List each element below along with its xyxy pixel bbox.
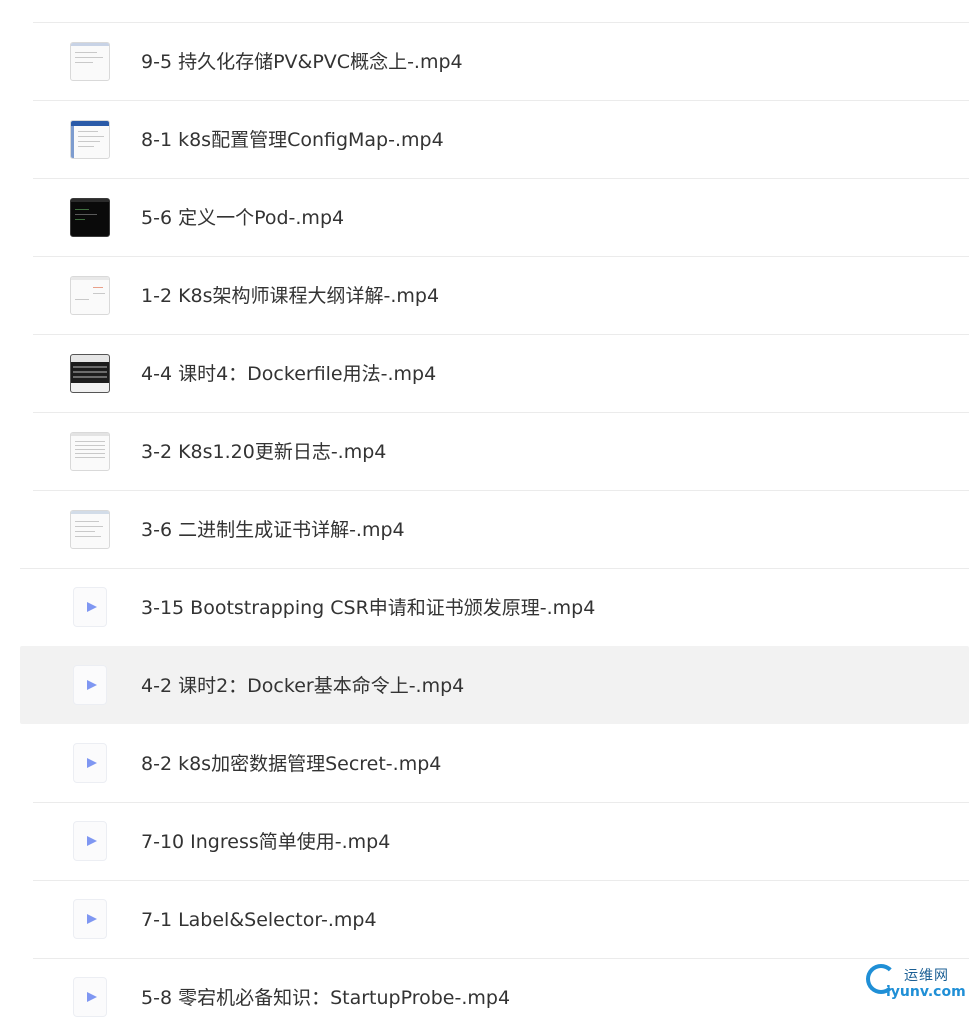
- play-icon: [87, 836, 97, 846]
- document-thumbnail: [70, 120, 110, 159]
- file-name: 4-4 课时4：Dockerfile用法-.mp4: [141, 363, 437, 385]
- file-row[interactable]: 5-6 定义一个Pod-.mp4: [0, 178, 969, 256]
- play-icon: [87, 992, 97, 1002]
- row-separator: [33, 958, 969, 959]
- row-separator: [33, 100, 969, 101]
- play-icon: [87, 602, 97, 612]
- file-row[interactable]: 9-5 持久化存储PV&PVC概念上-.mp4: [0, 22, 969, 100]
- watermark-en: iyunv.com: [886, 984, 966, 1000]
- row-separator: [33, 490, 969, 491]
- file-row[interactable]: 1-2 K8s架构师课程大纲详解-.mp4: [0, 256, 969, 334]
- file-row[interactable]: 3-6 二进制生成证书详解-.mp4: [0, 490, 969, 568]
- video-file-icon: [73, 977, 107, 1017]
- table-thumbnail: [70, 354, 110, 393]
- file-name: 8-2 k8s加密数据管理Secret-.mp4: [141, 753, 442, 775]
- file-row[interactable]: 8-1 k8s配置管理ConfigMap-.mp4: [0, 100, 969, 178]
- row-separator: [33, 802, 969, 803]
- video-file-icon: [73, 587, 107, 627]
- play-icon: [87, 680, 97, 690]
- file-name: 8-1 k8s配置管理ConfigMap-.mp4: [141, 129, 444, 151]
- file-name: 9-5 持久化存储PV&PVC概念上-.mp4: [141, 51, 463, 73]
- file-name: 3-6 二进制生成证书详解-.mp4: [141, 519, 405, 541]
- file-name: 7-10 Ingress简单使用-.mp4: [141, 831, 391, 853]
- file-name: 3-15 Bootstrapping CSR申请和证书颁发原理-.mp4: [141, 597, 596, 619]
- row-separator: [33, 22, 969, 23]
- document-thumbnail: [70, 276, 110, 315]
- file-row[interactable]: 3-15 Bootstrapping CSR申请和证书颁发原理-.mp4: [0, 568, 969, 646]
- file-row[interactable]: 7-1 Label&Selector-.mp4: [0, 880, 969, 958]
- row-separator: [33, 412, 969, 413]
- video-file-icon: [73, 899, 107, 939]
- terminal-thumbnail: [70, 198, 110, 237]
- file-name: 4-2 课时2：Docker基本命令上-.mp4: [141, 675, 465, 697]
- file-row[interactable]: 3-2 K8s1.20更新日志-.mp4: [0, 412, 969, 490]
- watermark-cn: 运维网: [904, 968, 949, 984]
- row-separator: [33, 256, 969, 257]
- play-icon: [87, 758, 97, 768]
- watermark-logo: 运维网 iyunv.com: [864, 962, 966, 1004]
- video-file-icon: [73, 743, 107, 783]
- file-row-selected[interactable]: 4-2 课时2：Docker基本命令上-.mp4: [0, 646, 969, 724]
- file-name: 1-2 K8s架构师课程大纲详解-.mp4: [141, 285, 440, 307]
- file-name: 5-8 零宕机必备知识：StartupProbe-.mp4: [141, 987, 511, 1009]
- file-name: 5-6 定义一个Pod-.mp4: [141, 207, 345, 229]
- video-file-icon: [73, 821, 107, 861]
- file-row[interactable]: 4-4 课时4：Dockerfile用法-.mp4: [0, 334, 969, 412]
- row-separator: [33, 334, 969, 335]
- row-separator: [33, 880, 969, 881]
- file-name: 7-1 Label&Selector-.mp4: [141, 909, 377, 931]
- row-separator: [33, 178, 969, 179]
- file-name: 3-2 K8s1.20更新日志-.mp4: [141, 441, 387, 463]
- file-row[interactable]: 8-2 k8s加密数据管理Secret-.mp4: [0, 724, 969, 802]
- document-thumbnail: [70, 510, 110, 549]
- file-row[interactable]: 5-8 零宕机必备知识：StartupProbe-.mp4: [0, 958, 969, 1036]
- document-thumbnail: [70, 42, 110, 81]
- file-list: 9-5 持久化存储PV&PVC概念上-.mp4 8-1 k8s配置管理Confi…: [0, 0, 969, 1017]
- row-separator: [20, 568, 969, 569]
- document-thumbnail: [70, 432, 110, 471]
- play-icon: [87, 914, 97, 924]
- video-file-icon: [73, 665, 107, 705]
- file-row[interactable]: 7-10 Ingress简单使用-.mp4: [0, 802, 969, 880]
